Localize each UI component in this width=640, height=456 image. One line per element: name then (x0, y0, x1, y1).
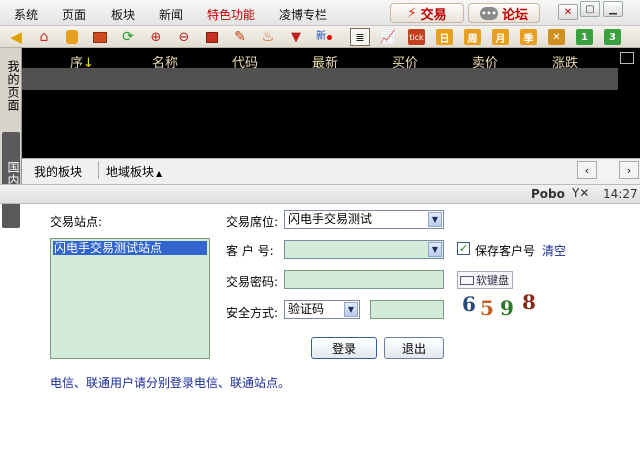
login-button[interactable]: 登录 (311, 337, 377, 359)
security-select[interactable]: 验证码 ▼ (284, 300, 360, 319)
trade-button-label: 交易 (420, 7, 447, 23)
scroll-track[interactable] (599, 161, 619, 179)
line-chart-icon[interactable]: 📈 (380, 29, 396, 45)
minimize-icon[interactable]: ▁ (603, 1, 623, 17)
trade-button[interactable]: ⚡ 交易 (390, 3, 464, 23)
menu-special-features[interactable]: 特色功能 (207, 6, 255, 23)
day-label: 日 (439, 33, 450, 45)
maximize-grid-icon[interactable] (620, 52, 634, 64)
new-icon-label: 新 (316, 31, 326, 42)
zoom-out-icon[interactable]: ⊖ (176, 29, 192, 45)
week-label: 周 (467, 33, 478, 45)
filter-clear-icon[interactable]: Y✕ (572, 186, 589, 200)
refresh-icon[interactable]: ⟳ (120, 29, 136, 45)
menu-sector[interactable]: 板块 (111, 6, 135, 23)
chevron-down-icon[interactable]: ▼ (428, 242, 442, 257)
keyboard-icon (460, 275, 474, 285)
season-chart-button[interactable]: 季 (520, 29, 537, 45)
station-item[interactable]: 闪电手交易测试站点 (53, 241, 207, 255)
account-label: 客 户 号: (226, 244, 274, 258)
back-arrow-icon[interactable]: ◀ (8, 29, 24, 45)
season-label: 季 (523, 33, 534, 45)
station-label: 交易站点: (50, 215, 103, 229)
restore-icon[interactable]: ▢ (580, 1, 600, 17)
exit-button[interactable]: 退出 (384, 337, 444, 359)
scroll-right-icon[interactable]: › (619, 161, 639, 179)
soft-keyboard-button[interactable]: 软键盘 (457, 271, 513, 289)
chevron-down-icon[interactable]: ▼ (344, 302, 358, 317)
menu-page[interactable]: 页面 (62, 6, 86, 23)
password-label: 交易密码: (226, 275, 279, 289)
list-view-icon[interactable]: ≣ (350, 28, 370, 46)
excel-export-icon[interactable]: ✕ (548, 29, 565, 45)
day-chart-button[interactable]: 日 (436, 29, 453, 45)
clear-link[interactable]: 清空 (542, 242, 566, 259)
home-icon[interactable]: ⌂ (36, 29, 52, 45)
status-bar: Pobo Y✕ 14:27 (0, 184, 640, 204)
tab-domestic-futures[interactable]: 国内期 (2, 132, 20, 228)
brand-label: Pobo (531, 187, 565, 201)
lightning-icon: ⚡ (407, 5, 417, 21)
week-chart-button[interactable]: 周 (464, 29, 481, 45)
num1-label: 1 (581, 31, 588, 43)
caret-up-icon: ▲ (156, 169, 163, 178)
captcha-digit-3: 9 (500, 296, 514, 320)
new-icon[interactable]: 新 (316, 29, 332, 45)
menu-system[interactable]: 系统 (14, 6, 38, 23)
chevron-down-icon[interactable]: ▼ (428, 212, 442, 227)
zoom-in-icon[interactable]: ⊕ (148, 29, 164, 45)
toolbar: ◀ ⌂ ⟳ ⊕ ⊖ ✎ ♨ ▼ 新 ≣ 📈 tick 日 周 月 季 ✕ 1 3 (0, 26, 640, 48)
tab-my-page[interactable]: 我的页面 (2, 54, 20, 118)
tick-label: tick (409, 32, 424, 42)
save-account-checkbox[interactable]: ✓ (457, 242, 470, 255)
captcha-digit-4: 8 (522, 290, 536, 314)
database-icon[interactable] (64, 29, 80, 45)
num3-label: 3 (609, 31, 616, 43)
chat-bubble-icon: ••• (479, 6, 498, 20)
password-field[interactable] (284, 270, 444, 289)
quote-grid[interactable]: 序↓ 名称 代码 最新 买价 卖价 涨跌 (22, 48, 640, 158)
captcha-image[interactable]: 6 5 9 8 (460, 290, 540, 320)
side-tabs: 我的页面 ▶ 国内期 (0, 48, 22, 228)
seat-select[interactable]: 闪电手交易测试 ▼ (284, 210, 444, 229)
menu-news[interactable]: 新闻 (159, 6, 183, 23)
clock-time: 14:27 (603, 187, 638, 201)
forum-button[interactable]: ••• 论坛 (468, 3, 540, 23)
month-label: 月 (495, 33, 506, 45)
seat-label: 交易席位: (226, 215, 279, 229)
minute3-button[interactable]: 3 (604, 29, 621, 45)
notice-text: 电信、联通用户请分别登录电信、联通站点。 (50, 376, 291, 390)
captcha-digit-1: 6 (462, 292, 476, 316)
sector-tabs: 我的板块 地域板块 ▲ ‹ › (22, 158, 640, 184)
region-sector-label: 地域板块 (106, 165, 155, 179)
menu-column[interactable]: 凌博专栏 (279, 6, 327, 23)
security-value: 验证码 (288, 302, 325, 316)
tick-chart-icon[interactable]: tick (408, 29, 425, 45)
account-select[interactable]: ▼ (284, 240, 444, 259)
tab-my-sector[interactable]: 我的板块 (34, 163, 82, 180)
tab-region-sector[interactable]: 地域板块 ▲ (106, 163, 162, 180)
security-label: 安全方式: (226, 306, 279, 320)
folder-icon[interactable] (92, 29, 108, 45)
filter-icon[interactable]: ▼ (288, 29, 304, 45)
captcha-digit-2: 5 (480, 296, 494, 320)
window-icon[interactable] (204, 29, 220, 45)
tab-divider (98, 161, 99, 179)
minute1-button[interactable]: 1 (576, 29, 593, 45)
save-account-label: 保存客户号 (475, 244, 536, 258)
menu-bar: 系统 页面 板块 新闻 特色功能 凌博专栏 ⚡ 交易 ••• 论坛 ✕ ▢ ▁ (0, 0, 640, 26)
bell-icon[interactable]: ♨ (260, 29, 276, 45)
close-icon[interactable]: ✕ (558, 4, 578, 20)
pencil-icon[interactable]: ✎ (232, 29, 248, 45)
month-chart-button[interactable]: 月 (492, 29, 509, 45)
scroll-left-icon[interactable]: ‹ (577, 161, 597, 179)
seat-value: 闪电手交易测试 (288, 212, 373, 226)
soft-keyboard-label: 软键盘 (476, 274, 509, 287)
station-list[interactable]: 闪电手交易测试站点 (50, 238, 210, 359)
captcha-input[interactable] (370, 300, 444, 319)
forum-button-label: 论坛 (501, 7, 528, 23)
selected-row[interactable] (22, 68, 618, 90)
